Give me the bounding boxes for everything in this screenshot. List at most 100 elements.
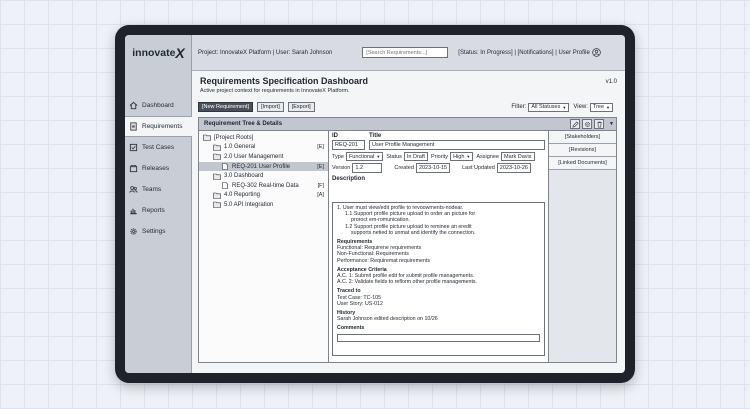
traced-to-line: User Story: US-012 [337,300,383,307]
sidebar-nav: Dashboard Requirements Test Cases Releas… [125,95,192,242]
sidebar-item-requirements[interactable]: Requirements [125,116,192,137]
tree-node-label: [Project Roots] [214,134,254,141]
title-field[interactable]: User Profile Management [369,140,545,150]
sidebar-item-label: Requirements [142,123,183,130]
type-select[interactable]: Functional ▼ [345,152,384,161]
folder-icon [213,173,221,180]
updated-field[interactable]: 2023-10-26 [496,163,531,173]
tree-node-label: 3.0 Dashboard [224,173,264,180]
view-value: Tree [592,104,605,110]
sidebar-item-releases[interactable]: Releases [125,158,192,179]
panel-header: Requirement Tree & Details ▼ [199,118,616,131]
tree-node-label: REQ-201 User Profile [232,163,291,170]
tree-node[interactable]: 5.0 API Integration [199,200,328,210]
assignee-value: Mark Davis [503,153,532,160]
checklist-icon [129,143,138,152]
comments-input[interactable] [337,333,540,342]
tree-node-label: 2.0 User Management [224,153,284,160]
tree-node[interactable]: 4.0 Reporting [A] [199,191,328,201]
status-notifications-profile[interactable]: [Status: In Progress] | [Notifications] … [458,50,590,56]
sidebar-item-teams[interactable]: Teams [125,179,192,200]
tab-linked-documents[interactable]: [Linked Documents] [549,157,616,170]
new-requirement-button[interactable]: [New Requirement] [198,102,254,112]
tree-node[interactable]: 1.0 General [E] [199,143,328,153]
gear-icon [129,227,138,236]
filter-label: Filter: [511,104,527,110]
sidebar-item-dashboard[interactable]: Dashboard [125,95,192,116]
title-label: Title [369,133,382,139]
sidebar-item-label: Settings [142,228,166,235]
type-label: Type [332,153,344,160]
sidebar-item-label: Teams [142,186,162,193]
description-editor[interactable]: 1. User must view/edit profile to revoow… [332,202,545,356]
updated-label: Last Updated [462,165,495,171]
trash-icon[interactable] [594,119,605,129]
status-select[interactable]: In Draft [403,152,428,161]
sidebar-item-settings[interactable]: Settings [125,221,192,242]
logo-mark: X [175,45,185,61]
id-field[interactable]: REQ-201 [332,140,365,150]
view-select[interactable]: Tree ▼ [589,102,613,112]
tree-node[interactable]: [Project Roots] [199,133,328,143]
sidebar-item-reports[interactable]: Reports [125,200,192,221]
assignee-field[interactable]: Mark Davis [500,152,535,161]
priority-value: High [453,153,465,160]
assignee-label: Assignee [476,153,499,160]
acceptance-criteria-line: A.C. 2: Validate fields to reflorm other… [337,279,478,286]
home-icon [129,101,138,110]
tree-node-badge: [E] [317,144,324,151]
meta-row-2: Version 1.2 Created 2023-10-15 Last Upda… [332,163,545,173]
logo-text: innovate [132,47,176,59]
requirement-details: ID Title REQ-201 User Profile Management… [329,131,548,362]
file-icon [221,182,229,190]
created-field[interactable]: 2023-10-15 [415,163,451,173]
tree-node-selected[interactable]: REQ-201 User Profile [E] [199,161,328,172]
page-title: Requirements Specification Dashboard [200,76,369,86]
description-line: supports netied to unmat and identify th… [351,229,476,236]
type-value: Functional [348,153,375,160]
settings-icon[interactable] [582,119,593,129]
filter-value: All Statuses [531,104,561,110]
version-field[interactable]: 1.2 [352,163,383,173]
box-icon [129,164,138,173]
user-avatar-icon[interactable] [592,48,601,57]
tree-node-badge: [E] [317,163,324,170]
page-subtitle: Active project context for requirements … [200,88,350,94]
people-icon [129,185,138,194]
tree-node[interactable]: 3.0 Dashboard [199,171,328,181]
import-button[interactable]: [Import] [257,102,284,112]
tree-node-badge: [A] [317,192,324,199]
chevron-down-icon: ▼ [606,104,610,110]
tab-stakeholders[interactable]: [Stakeholders] [549,131,616,144]
folder-icon [203,134,211,142]
chevron-down-icon[interactable]: ▼ [609,119,614,129]
id-title-labels: ID Title [332,133,545,139]
id-label: ID [332,133,338,139]
sidebar: innovate X Dashboard Requirements Test Ca… [125,35,192,373]
comments-heading: Comments [337,325,365,332]
search-input[interactable] [362,47,449,58]
sidebar-item-test-cases[interactable]: Test Cases [125,137,192,158]
tree-node[interactable]: 2.0 User Management [199,152,328,162]
edit-icon[interactable] [570,119,581,129]
tab-revisions[interactable]: [Revisions] [549,144,616,157]
toolbar: [New Requirement] [Import] [Export] Filt… [198,99,617,115]
version-label: v1.0 [605,79,617,85]
meta-row-1: Type Functional ▼ Status In Draft Priorit… [332,152,545,161]
priority-select[interactable]: High ▼ [450,152,474,161]
side-tabs: [Stakeholders] [Revisions] [Linked Docum… [548,131,616,362]
id-title-row: REQ-201 User Profile Management [332,140,545,150]
app-logo: innovate X [125,35,192,71]
folder-icon [213,201,221,209]
version-field-label: Version [332,165,351,171]
filter-select[interactable]: All Statuses ▼ [528,102,570,112]
chart-icon [129,206,138,215]
tree-node[interactable]: REQ-302 Real-time Data [F] [199,181,328,191]
folder-icon [213,192,221,199]
export-button[interactable]: [Export] [287,102,315,112]
sidebar-item-label: Test Cases [142,144,175,151]
tablet-frame: innovate X Dashboard Requirements Test Ca… [115,25,635,383]
status-label: Status [386,153,402,160]
panel-actions: ▼ [568,119,614,129]
sidebar-item-label: Releases [142,165,170,172]
